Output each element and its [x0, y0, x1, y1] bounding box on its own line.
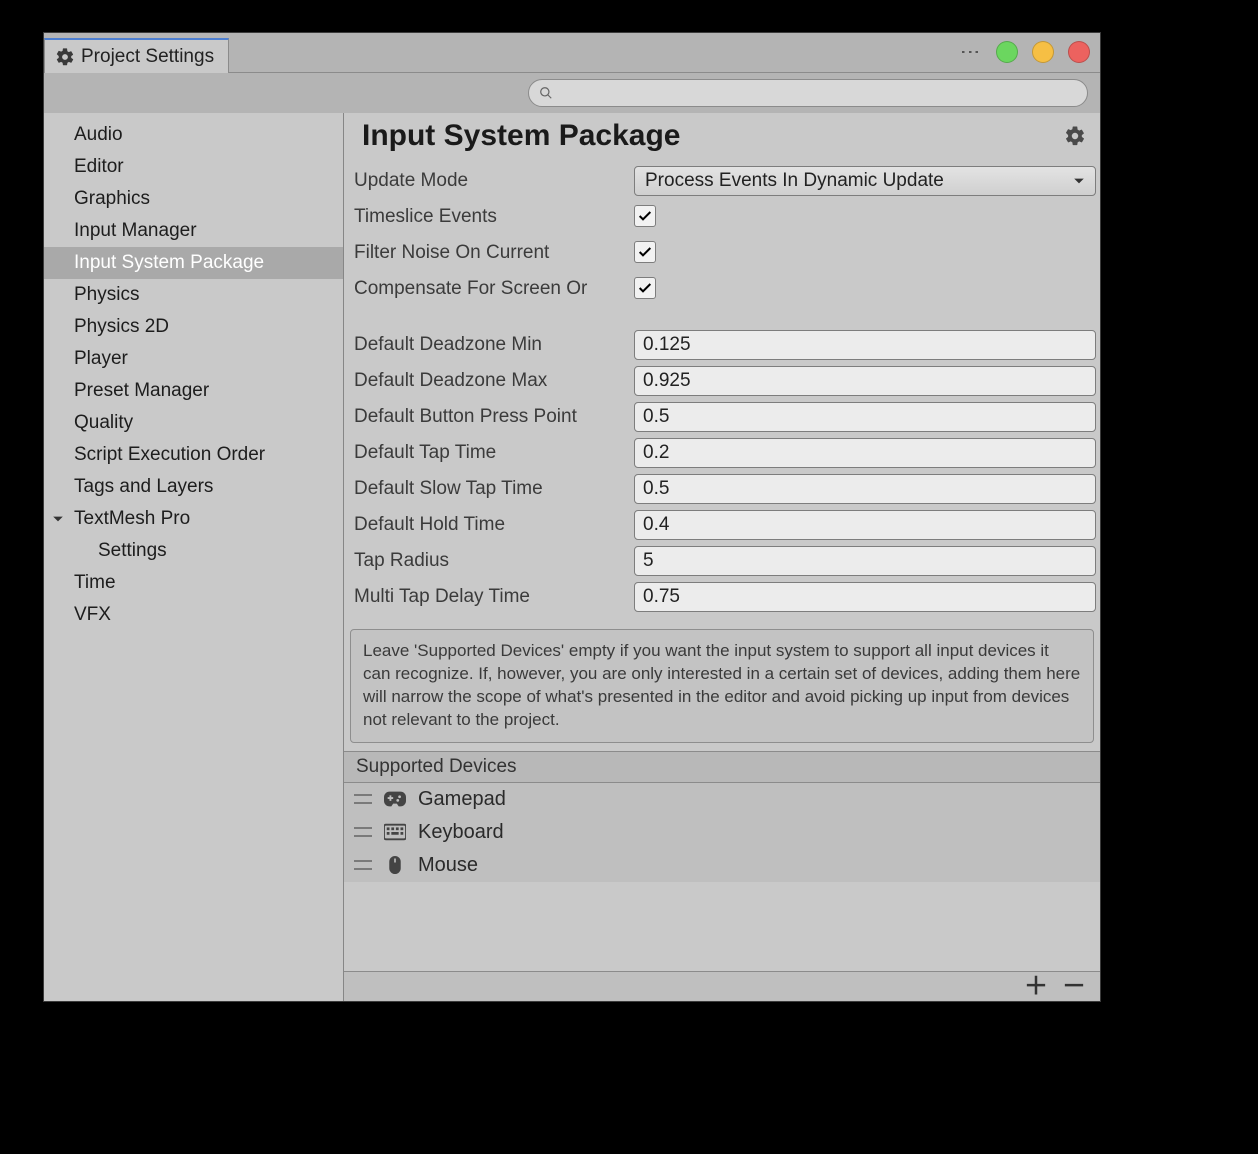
- input-slow-tap[interactable]: [634, 474, 1096, 504]
- searchbar: [44, 73, 1100, 113]
- label-timeslice: Timeslice Events: [354, 206, 630, 228]
- tab-label: Project Settings: [81, 46, 214, 68]
- device-row-gamepad[interactable]: Gamepad: [344, 783, 1100, 816]
- sidebar-item-physics-2d[interactable]: Physics 2D: [44, 311, 343, 343]
- traffic-green[interactable]: [996, 41, 1018, 63]
- check-icon: [637, 244, 653, 260]
- checkbox-compensate[interactable]: [634, 277, 656, 299]
- row-timeslice-events: Timeslice Events: [354, 199, 1096, 235]
- project-settings-window: Project Settings ⋮ Audio Editor Graphics…: [43, 32, 1101, 1002]
- keyboard-icon: [384, 823, 406, 841]
- sidebar-item-input-manager[interactable]: Input Manager: [44, 215, 343, 247]
- drag-handle-icon[interactable]: [354, 794, 372, 804]
- row-compensate: Compensate For Screen Or: [354, 271, 1096, 307]
- sidebar-item-audio[interactable]: Audio: [44, 119, 343, 151]
- label-multi-tap: Multi Tap Delay Time: [354, 586, 630, 608]
- row-slow-tap: Default Slow Tap Time: [354, 471, 1096, 507]
- device-label: Keyboard: [418, 821, 504, 844]
- search-input[interactable]: [559, 84, 1077, 102]
- sidebar-item-player[interactable]: Player: [44, 343, 343, 375]
- row-deadzone-max: Default Deadzone Max: [354, 363, 1096, 399]
- traffic-red[interactable]: [1068, 41, 1090, 63]
- add-button[interactable]: ＋: [1024, 975, 1048, 999]
- sidebar-item-textmesh-pro[interactable]: TextMesh Pro: [44, 503, 343, 535]
- check-icon: [637, 280, 653, 296]
- input-multi-tap[interactable]: [634, 582, 1096, 612]
- kebab-menu-icon[interactable]: ⋮: [958, 42, 982, 62]
- sidebar-item-editor[interactable]: Editor: [44, 151, 343, 183]
- section-supported-devices: Supported Devices: [344, 751, 1100, 783]
- device-row-mouse[interactable]: Mouse: [344, 849, 1100, 882]
- window-controls: ⋮: [958, 41, 1090, 63]
- settings-content: Input System Package Update Mode Process…: [344, 113, 1100, 1001]
- drag-handle-icon[interactable]: [354, 860, 372, 870]
- gamepad-icon: [384, 790, 406, 808]
- list-footer: ＋ －: [344, 971, 1100, 1001]
- row-press-point: Default Button Press Point: [354, 399, 1096, 435]
- label-filter-noise: Filter Noise On Current: [354, 242, 630, 264]
- settings-gear-icon[interactable]: [1064, 125, 1086, 147]
- input-deadzone-max[interactable]: [634, 366, 1096, 396]
- input-hold-time[interactable]: [634, 510, 1096, 540]
- device-label: Mouse: [418, 854, 478, 877]
- sidebar-item-physics[interactable]: Physics: [44, 279, 343, 311]
- row-tap-time: Default Tap Time: [354, 435, 1096, 471]
- sidebar-item-tags-and-layers[interactable]: Tags and Layers: [44, 471, 343, 503]
- settings-sidebar: Audio Editor Graphics Input Manager Inpu…: [44, 113, 344, 1001]
- sidebar-item-script-execution-order[interactable]: Script Execution Order: [44, 439, 343, 471]
- label-hold-time: Default Hold Time: [354, 514, 630, 536]
- input-tap-time[interactable]: [634, 438, 1096, 468]
- input-press-point[interactable]: [634, 402, 1096, 432]
- page-title: Input System Package: [362, 119, 680, 153]
- sidebar-item-label: TextMesh Pro: [74, 505, 190, 533]
- label-deadzone-max: Default Deadzone Max: [354, 370, 630, 392]
- sidebar-item-graphics[interactable]: Graphics: [44, 183, 343, 215]
- gear-icon: [55, 47, 75, 67]
- checkbox-timeslice[interactable]: [634, 205, 656, 227]
- dropdown-update-mode[interactable]: Process Events In Dynamic Update: [634, 166, 1096, 196]
- row-deadzone-min: Default Deadzone Min: [354, 327, 1096, 363]
- sidebar-item-input-system-package[interactable]: Input System Package: [44, 247, 343, 279]
- label-tap-time: Default Tap Time: [354, 442, 630, 464]
- titlebar: Project Settings ⋮: [44, 33, 1100, 73]
- remove-button[interactable]: －: [1062, 975, 1086, 999]
- device-row-keyboard[interactable]: Keyboard: [344, 816, 1100, 849]
- sidebar-item-vfx[interactable]: VFX: [44, 599, 343, 631]
- mouse-icon: [384, 856, 406, 874]
- dropdown-value: Process Events In Dynamic Update: [645, 170, 944, 192]
- label-update-mode: Update Mode: [354, 170, 630, 192]
- tab-project-settings[interactable]: Project Settings: [44, 38, 229, 73]
- traffic-yellow[interactable]: [1032, 41, 1054, 63]
- supported-devices-list: Gamepad Keyboard Mouse: [344, 783, 1100, 882]
- drag-handle-icon[interactable]: [354, 827, 372, 837]
- device-label: Gamepad: [418, 788, 506, 811]
- chevron-down-icon: [52, 513, 64, 525]
- input-deadzone-min[interactable]: [634, 330, 1096, 360]
- sidebar-item-quality[interactable]: Quality: [44, 407, 343, 439]
- row-hold-time: Default Hold Time: [354, 507, 1096, 543]
- check-icon: [637, 208, 653, 224]
- input-tap-radius[interactable]: [634, 546, 1096, 576]
- label-deadzone-min: Default Deadzone Min: [354, 334, 630, 356]
- chevron-down-icon: [1073, 175, 1085, 187]
- row-filter-noise: Filter Noise On Current: [354, 235, 1096, 271]
- label-tap-radius: Tap Radius: [354, 550, 630, 572]
- label-slow-tap: Default Slow Tap Time: [354, 478, 630, 500]
- sidebar-item-time[interactable]: Time: [44, 567, 343, 599]
- row-tap-radius: Tap Radius: [354, 543, 1096, 579]
- label-press-point: Default Button Press Point: [354, 406, 630, 428]
- row-update-mode: Update Mode Process Events In Dynamic Up…: [354, 163, 1096, 199]
- searchbox[interactable]: [528, 79, 1088, 107]
- checkbox-filter-noise[interactable]: [634, 241, 656, 263]
- content-header: Input System Package: [344, 113, 1100, 163]
- sidebar-item-preset-manager[interactable]: Preset Manager: [44, 375, 343, 407]
- search-icon: [539, 86, 553, 100]
- sidebar-item-textmesh-pro-settings[interactable]: Settings: [44, 535, 343, 567]
- row-multi-tap: Multi Tap Delay Time: [354, 579, 1096, 615]
- helpbox-supported-devices: Leave 'Supported Devices' empty if you w…: [350, 629, 1094, 743]
- label-compensate: Compensate For Screen Or: [354, 278, 630, 300]
